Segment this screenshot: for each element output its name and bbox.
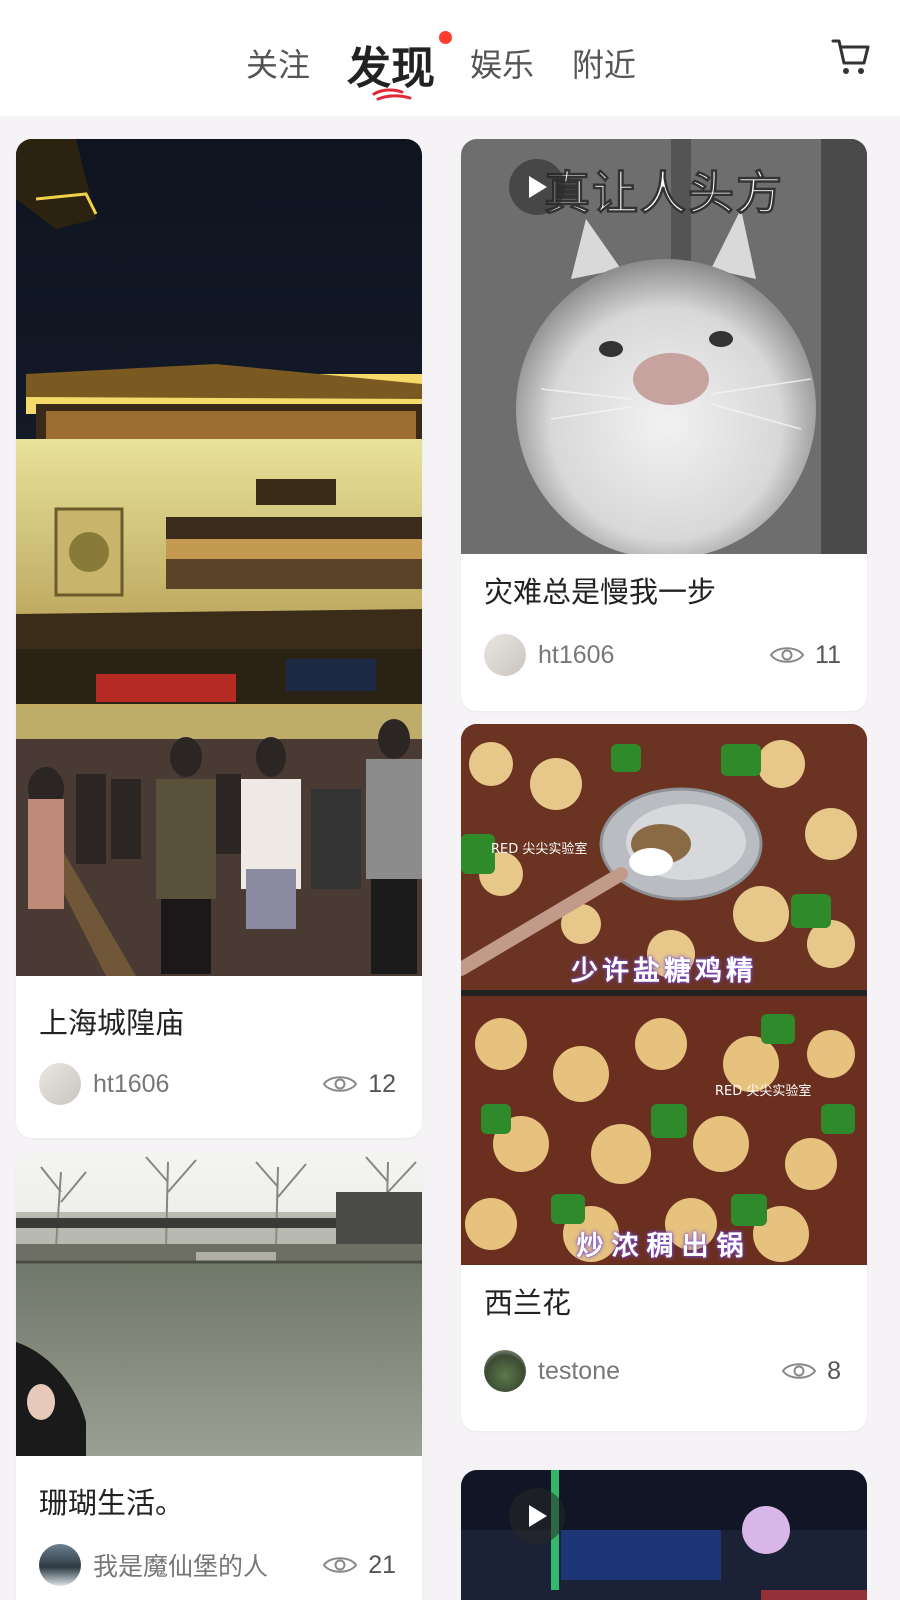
play-icon[interactable] <box>509 1488 565 1544</box>
tab-nearby[interactable]: 附近 <box>572 40 636 86</box>
post-card[interactable] <box>461 1470 867 1600</box>
discover-feed[interactable]: 上海城隍庙 ht1606 12 珊瑚生活。 我是魔仙堡的人 21 真让人头方 灾… <box>0 116 900 1600</box>
post-title: 灾难总是慢我一步 <box>484 575 717 609</box>
view-count: 11 <box>769 634 841 676</box>
play-icon[interactable] <box>509 159 565 215</box>
post-image-cat: 真让人头方 <box>461 139 867 554</box>
top-nav-bar: 关注 发现 娱乐 附近 <box>0 0 900 116</box>
active-tab-indicator <box>372 88 412 101</box>
avatar <box>484 1350 526 1392</box>
post-author[interactable]: testone <box>484 1350 620 1392</box>
watermark: RED 尖尖实验室 <box>491 842 588 857</box>
avatar <box>484 634 526 676</box>
post-title: 西兰花 <box>484 1286 572 1320</box>
tab-entertainment[interactable]: 娱乐 <box>470 40 534 86</box>
view-count-value: 12 <box>368 1069 396 1098</box>
video-caption: 少许盐糖鸡精 <box>571 956 757 987</box>
avatar <box>39 1544 81 1586</box>
post-card[interactable]: 上海城隍庙 ht1606 12 <box>16 139 422 1138</box>
eye-icon <box>781 1363 817 1379</box>
avatar <box>39 1063 81 1105</box>
tab-bar: 关注 发现 娱乐 附近 <box>0 0 900 116</box>
post-author[interactable]: ht1606 <box>39 1063 169 1105</box>
tab-follow[interactable]: 关注 <box>246 40 310 86</box>
post-card[interactable]: 真让人头方 灾难总是慢我一步 ht1606 11 <box>461 139 867 711</box>
author-name: 我是魔仙堡的人 <box>93 1553 269 1581</box>
view-count: 8 <box>781 1350 841 1392</box>
view-count-value: 8 <box>827 1356 841 1385</box>
author-name: ht1606 <box>93 1069 170 1098</box>
view-count-value: 11 <box>815 640 841 669</box>
post-image-broccoli: RED 尖尖实验室 RED 尖尖实验室 少许盐糖鸡精 炒浓稠出锅 <box>461 724 867 1265</box>
notification-dot <box>439 31 452 44</box>
post-card[interactable]: 珊瑚生活。 我是魔仙堡的人 21 <box>16 1152 422 1600</box>
post-image-lake <box>16 1152 422 1456</box>
post-author[interactable]: ht1606 <box>484 634 614 676</box>
eye-icon <box>769 647 805 663</box>
eye-icon <box>322 1076 358 1092</box>
view-count: 21 <box>322 1544 396 1586</box>
author-name: testone <box>538 1356 621 1385</box>
post-title: 上海城隍庙 <box>39 1006 185 1040</box>
view-count-value: 21 <box>368 1550 396 1579</box>
author-name: ht1606 <box>538 640 615 669</box>
post-card[interactable]: RED 尖尖实验室 RED 尖尖实验室 少许盐糖鸡精 炒浓稠出锅 西兰花 tes… <box>461 724 867 1431</box>
eye-icon <box>322 1557 358 1573</box>
watermark: RED 尖尖实验室 <box>715 1084 812 1099</box>
tab-discover[interactable]: 发现 <box>347 32 435 96</box>
post-author[interactable]: 我是魔仙堡的人 <box>39 1544 268 1586</box>
post-title: 珊瑚生活。 <box>39 1486 185 1520</box>
video-caption: 炒浓稠出锅 <box>576 1231 752 1262</box>
cart-icon[interactable] <box>830 36 872 78</box>
post-image-night-scene <box>461 1470 867 1600</box>
view-count: 12 <box>322 1063 396 1105</box>
post-image-temple <box>16 139 422 976</box>
